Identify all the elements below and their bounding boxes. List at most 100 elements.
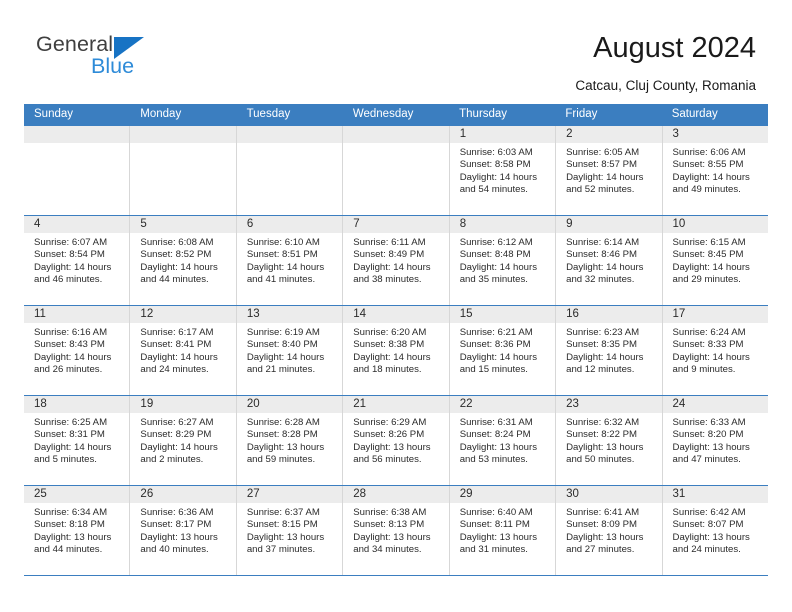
day-details: Sunrise: 6:19 AM Sunset: 8:40 PM Daylight:…	[237, 323, 342, 376]
calendar-day-cell[interactable]: 31 Sunrise: 6:42 AM Sunset: 8:07 PM Dayligh…	[661, 486, 768, 575]
day-details: Sunrise: 6:16 AM Sunset: 8:43 PM Daylight:…	[24, 323, 129, 376]
day-details: Sunrise: 6:29 AM Sunset: 8:26 PM Daylight:…	[343, 413, 448, 466]
logo-text-general: General	[36, 32, 114, 56]
daylight-duration-line1: Daylight: 13 hours	[459, 441, 538, 453]
daylight-duration-line2: and 37 minutes.	[246, 543, 316, 555]
day-details: Sunrise: 6:32 AM Sunset: 8:22 PM Daylight:…	[556, 413, 661, 466]
daylight-duration-line2: and 21 minutes.	[246, 363, 316, 375]
daylight-duration-line2: and 52 minutes.	[566, 183, 635, 195]
day-details: Sunrise: 6:23 AM Sunset: 8:35 PM Daylight:…	[556, 323, 661, 376]
calendar-day-cell[interactable]: 17 Sunrise: 6:24 AM Sunset: 8:33 PM Dayligh…	[661, 306, 768, 395]
calendar-day-cell[interactable]: 14 Sunrise: 6:20 AM Sunset: 8:38 PM Dayligh…	[342, 306, 449, 395]
calendar-day-cell[interactable]: 7 Sunrise: 6:11 AM Sunset: 8:49 PM Daylight…	[342, 216, 449, 305]
day-details: Sunrise: 6:42 AM Sunset: 8:07 PM Daylight:…	[663, 503, 768, 556]
calendar-day-cell-empty	[129, 126, 236, 215]
daylight-duration-line2: and 32 minutes.	[566, 273, 635, 285]
daylight-duration-line1: Daylight: 14 hours	[246, 261, 325, 273]
sunrise-time: Sunrise: 6:27 AM	[140, 417, 214, 428]
calendar-day-cell[interactable]: 8 Sunrise: 6:12 AM Sunset: 8:48 PM Daylight…	[448, 216, 556, 305]
daylight-duration-line2: and 38 minutes.	[353, 273, 422, 285]
sunset-time: Sunset: 8:07 PM	[672, 519, 744, 531]
sunrise-time: Sunrise: 6:20 AM	[353, 327, 427, 338]
sunset-time: Sunset: 8:28 PM	[246, 429, 318, 441]
sunset-time: Sunset: 8:52 PM	[140, 249, 212, 261]
calendar-day-cell[interactable]: 10 Sunrise: 6:15 AM Sunset: 8:45 PM Dayligh…	[661, 216, 768, 305]
calendar-week-row: 25 Sunrise: 6:34 AM Sunset: 8:18 PM Dayligh…	[24, 485, 768, 576]
day-number	[236, 126, 343, 143]
calendar-day-cell[interactable]: 15 Sunrise: 6:21 AM Sunset: 8:36 PM Dayligh…	[448, 306, 556, 395]
sunrise-time: Sunrise: 6:23 AM	[566, 327, 640, 338]
page-title: August 2024	[593, 32, 756, 64]
calendar-week-row: 1 Sunrise: 6:03 AM Sunset: 8:58 PM Daylight…	[24, 125, 768, 215]
calendar-day-cell[interactable]: 1 Sunrise: 6:03 AM Sunset: 8:58 PM Daylight…	[448, 126, 556, 215]
daylight-duration-line1: Daylight: 13 hours	[672, 441, 750, 453]
day-details	[130, 143, 235, 147]
calendar-week-row: 18 Sunrise: 6:25 AM Sunset: 8:31 PM Dayligh…	[24, 395, 768, 485]
day-number: 27	[236, 486, 343, 503]
calendar-day-cell[interactable]: 3 Sunrise: 6:06 AM Sunset: 8:55 PM Daylight…	[661, 126, 768, 215]
sunset-time: Sunset: 8:11 PM	[459, 519, 530, 531]
daylight-duration-line1: Daylight: 13 hours	[140, 531, 218, 543]
day-details: Sunrise: 6:10 AM Sunset: 8:51 PM Daylight:…	[237, 233, 342, 286]
sunset-time: Sunset: 8:43 PM	[34, 339, 105, 351]
calendar-day-cell[interactable]: 28 Sunrise: 6:38 AM Sunset: 8:13 PM Dayligh…	[342, 486, 449, 575]
calendar-day-cell[interactable]: 9 Sunrise: 6:14 AM Sunset: 8:46 PM Daylight…	[555, 216, 662, 305]
daylight-duration-line1: Daylight: 14 hours	[459, 351, 538, 363]
daylight-duration-line2: and 53 minutes.	[459, 453, 528, 465]
calendar-day-cell[interactable]: 11 Sunrise: 6:16 AM Sunset: 8:43 PM Dayligh…	[24, 306, 130, 395]
day-details: Sunrise: 6:38 AM Sunset: 8:13 PM Daylight:…	[343, 503, 448, 556]
day-details: Sunrise: 6:07 AM Sunset: 8:54 PM Daylight:…	[24, 233, 129, 286]
calendar-day-cell[interactable]: 4 Sunrise: 6:07 AM Sunset: 8:54 PM Daylight…	[24, 216, 130, 305]
calendar-day-cell[interactable]: 5 Sunrise: 6:08 AM Sunset: 8:52 PM Daylight…	[129, 216, 236, 305]
sunset-time: Sunset: 8:26 PM	[353, 429, 425, 441]
calendar-day-cell[interactable]: 23 Sunrise: 6:32 AM Sunset: 8:22 PM Dayligh…	[555, 396, 662, 485]
calendar-day-cell[interactable]: 16 Sunrise: 6:23 AM Sunset: 8:35 PM Dayligh…	[555, 306, 662, 395]
daylight-duration-line2: and 2 minutes.	[140, 453, 204, 465]
sunrise-time: Sunrise: 6:19 AM	[246, 327, 320, 338]
daylight-duration-line1: Daylight: 14 hours	[353, 351, 431, 363]
page-header: General Blue August 2024 Catcau, Cluj Co…	[0, 0, 792, 104]
day-details: Sunrise: 6:06 AM Sunset: 8:55 PM Daylight:…	[663, 143, 768, 196]
calendar-day-cell[interactable]: 21 Sunrise: 6:29 AM Sunset: 8:26 PM Dayligh…	[342, 396, 449, 485]
day-number: 5	[130, 216, 236, 233]
calendar-day-cell[interactable]: 26 Sunrise: 6:36 AM Sunset: 8:17 PM Dayligh…	[129, 486, 236, 575]
day-details: Sunrise: 6:24 AM Sunset: 8:33 PM Daylight:…	[663, 323, 768, 376]
weekday-header-tuesday: Tuesday	[246, 108, 291, 120]
day-number: 26	[130, 486, 236, 503]
calendar-day-cell[interactable]: 19 Sunrise: 6:27 AM Sunset: 8:29 PM Dayligh…	[129, 396, 236, 485]
day-details: Sunrise: 6:11 AM Sunset: 8:49 PM Daylight:…	[343, 233, 448, 286]
general-blue-logo[interactable]: General Blue	[36, 32, 216, 90]
calendar-day-cell[interactable]: 25 Sunrise: 6:34 AM Sunset: 8:18 PM Dayligh…	[24, 486, 130, 575]
calendar-day-cell[interactable]: 20 Sunrise: 6:28 AM Sunset: 8:28 PM Dayligh…	[235, 396, 343, 485]
sunset-time: Sunset: 8:36 PM	[459, 339, 531, 351]
calendar-day-cell[interactable]: 6 Sunrise: 6:10 AM Sunset: 8:51 PM Daylight…	[235, 216, 343, 305]
weekday-header-row: Sunday Monday Tuesday Wednesday Thursday…	[24, 104, 768, 125]
calendar-day-cell[interactable]: 27 Sunrise: 6:37 AM Sunset: 8:15 PM Dayligh…	[235, 486, 343, 575]
day-number: 17	[662, 306, 768, 323]
daylight-duration-line2: and 9 minutes.	[672, 363, 736, 375]
calendar-day-cell[interactable]: 18 Sunrise: 6:25 AM Sunset: 8:31 PM Dayligh…	[24, 396, 130, 485]
sunset-time: Sunset: 8:57 PM	[566, 159, 638, 171]
daylight-duration-line1: Daylight: 14 hours	[353, 261, 431, 273]
calendar-day-cell[interactable]: 13 Sunrise: 6:19 AM Sunset: 8:40 PM Dayligh…	[235, 306, 343, 395]
daylight-duration-line2: and 44 minutes.	[140, 273, 209, 285]
calendar-day-cell[interactable]: 29 Sunrise: 6:40 AM Sunset: 8:11 PM Dayligh…	[448, 486, 556, 575]
calendar-day-cell[interactable]: 30 Sunrise: 6:41 AM Sunset: 8:09 PM Dayligh…	[555, 486, 662, 575]
day-details	[237, 143, 342, 147]
sunset-time: Sunset: 8:20 PM	[672, 429, 744, 441]
day-number: 3	[662, 126, 768, 143]
day-number	[343, 126, 449, 143]
day-number: 11	[24, 306, 130, 323]
calendar-day-cell[interactable]: 12 Sunrise: 6:17 AM Sunset: 8:41 PM Dayligh…	[129, 306, 236, 395]
sunset-time: Sunset: 8:18 PM	[34, 519, 105, 531]
calendar-day-cell[interactable]: 2 Sunrise: 6:05 AM Sunset: 8:57 PM Daylight…	[555, 126, 662, 215]
sunrise-time: Sunrise: 6:03 AM	[459, 147, 533, 158]
calendar-day-cell[interactable]: 24 Sunrise: 6:33 AM Sunset: 8:20 PM Dayligh…	[661, 396, 768, 485]
daylight-duration-line1: Daylight: 14 hours	[566, 351, 644, 363]
calendar-day-cell-empty	[342, 126, 449, 215]
day-number: 24	[662, 396, 768, 413]
calendar-day-cell[interactable]: 22 Sunrise: 6:31 AM Sunset: 8:24 PM Dayligh…	[448, 396, 556, 485]
day-details: Sunrise: 6:31 AM Sunset: 8:24 PM Daylight:…	[450, 413, 555, 466]
sunrise-time: Sunrise: 6:15 AM	[672, 237, 746, 248]
day-number: 22	[449, 396, 556, 413]
